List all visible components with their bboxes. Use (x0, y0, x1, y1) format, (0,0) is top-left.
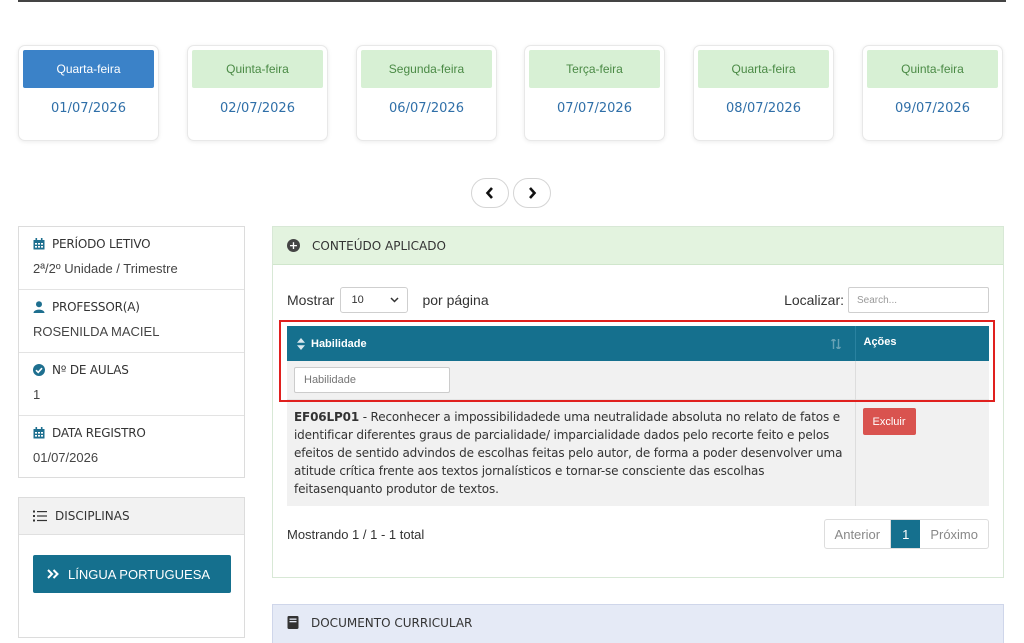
table-row: EF06LP01 - Reconhecer a impossibilidaded… (287, 399, 989, 506)
search-control: Localizar: Search... (784, 287, 989, 313)
check-circle-icon (33, 364, 45, 376)
registro-value: 01/07/2026 (33, 450, 99, 465)
top-divider (18, 0, 1006, 2)
calendar-icon (33, 238, 45, 250)
aulas-section: Nº DE AULAS 1 (19, 353, 244, 416)
pagination-prev[interactable]: Anterior (825, 520, 892, 548)
day-card-1[interactable]: Quinta-feira 02/07/2026 (187, 45, 328, 141)
aulas-value: 1 (33, 387, 41, 402)
disciplinas-panel: DISCIPLINAS LÍNGUA PORTUGUESA (18, 497, 245, 638)
pagination-page-1[interactable]: 1 (891, 520, 921, 548)
professor-section: PROFESSOR(A) ROSENILDA MACIEL (19, 290, 244, 353)
list-icon (33, 510, 47, 522)
search-label: Localizar: (784, 292, 844, 308)
next-week-button[interactable] (513, 178, 551, 208)
day-card-2[interactable]: Segunda-feira 06/07/2026 (356, 45, 497, 141)
habilidade-column-header[interactable]: Habilidade (287, 326, 856, 361)
class-info-panel: PERÍODO LETIVO 2ª/2º Unidade / Trimestre… (18, 226, 245, 478)
habilidades-table: Habilidade Ações EF06LP01 - Reconhecer a… (287, 326, 989, 506)
conteudo-title: CONTEÚDO APLICADO (312, 238, 446, 253)
habilidade-description: - Reconhecer a impossibilidadede uma neu… (294, 410, 843, 496)
periodo-value: 2ª/2º Unidade / Trimestre (33, 261, 178, 276)
day-card-0[interactable]: Quarta-feira 01/07/2026 (18, 45, 159, 141)
book-icon (287, 616, 299, 629)
show-label: Mostrar (287, 292, 335, 308)
filter-row (287, 361, 989, 400)
day-weekday: Quarta-feira (23, 50, 154, 88)
habilidade-text: EF06LP01 - Reconhecer a impossibilidaded… (294, 408, 848, 498)
professor-label: PROFESSOR(A) (52, 300, 140, 314)
table-summary: Mostrando 1 / 1 - 1 total (287, 527, 425, 542)
day-weekday: Segunda-feira (361, 50, 492, 88)
lingua-portuguesa-button[interactable]: LÍNGUA PORTUGUESA (33, 555, 231, 593)
documento-title: DOCUMENTO CURRICULAR (311, 616, 473, 630)
double-chevron-right-icon (47, 569, 59, 579)
pagination: Anterior 1 Próximo (823, 519, 989, 549)
day-weekday: Quinta-feira (867, 50, 998, 88)
lingua-portuguesa-label: LÍNGUA PORTUGUESA (68, 566, 211, 582)
page-size-control: Mostrar 10 por página (287, 287, 489, 313)
day-date: 06/07/2026 (389, 101, 464, 116)
day-card-4[interactable]: Quarta-feira 08/07/2026 (693, 45, 834, 141)
day-weekday: Quarta-feira (698, 50, 829, 88)
acoes-column-header: Ações (855, 326, 989, 361)
habilidade-filter-input[interactable] (294, 367, 450, 393)
professor-value: ROSENILDA MACIEL (33, 324, 160, 339)
aulas-label: Nº DE AULAS (52, 363, 129, 377)
disciplinas-title: DISCIPLINAS (55, 509, 130, 523)
documento-curricular-panel[interactable]: DOCUMENTO CURRICULAR (272, 604, 1004, 643)
periodo-section: PERÍODO LETIVO 2ª/2º Unidade / Trimestre (19, 227, 244, 290)
sort-icon (297, 337, 305, 350)
search-input[interactable]: Search... (848, 287, 989, 313)
day-card-3[interactable]: Terça-feira 07/07/2026 (524, 45, 665, 141)
user-icon (33, 301, 45, 313)
prev-week-button[interactable] (471, 178, 509, 208)
day-weekday: Quinta-feira (192, 50, 323, 88)
per-page-select[interactable]: 10 (340, 287, 409, 313)
chevron-down-icon (390, 297, 399, 303)
plus-circle-icon[interactable]: + (287, 239, 300, 252)
chevron-right-icon (529, 187, 537, 199)
sort-alt-icon (830, 338, 841, 349)
day-date: 08/07/2026 (726, 101, 801, 116)
day-date: 09/07/2026 (895, 101, 970, 116)
day-date: 07/07/2026 (557, 101, 632, 116)
per-page-label: por página (422, 292, 489, 308)
periodo-label: PERÍODO LETIVO (52, 237, 151, 251)
per-page-value: 10 (351, 294, 364, 306)
day-date: 01/07/2026 (51, 101, 126, 116)
registro-label: DATA REGISTRO (52, 426, 146, 440)
habilidade-code: EF06LP01 (294, 410, 360, 424)
conteudo-aplicado-panel: + CONTEÚDO APLICADO Mostrar 10 por págin… (272, 226, 1004, 578)
day-date: 02/07/2026 (220, 101, 295, 116)
chevron-left-icon (485, 187, 493, 199)
day-card-5[interactable]: Quinta-feira 09/07/2026 (862, 45, 1003, 141)
pagination-next[interactable]: Próximo (920, 520, 988, 548)
calendar-icon (33, 427, 45, 439)
day-weekday: Terça-feira (529, 50, 660, 88)
registro-section: DATA REGISTRO 01/07/2026 (19, 416, 244, 479)
habilidade-header-label: Habilidade (311, 337, 367, 350)
excluir-button[interactable]: Excluir (862, 408, 916, 435)
